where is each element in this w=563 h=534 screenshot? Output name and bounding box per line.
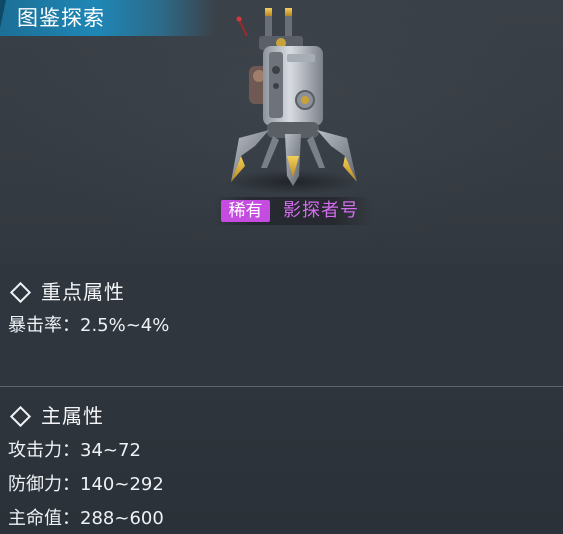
stat-defense: 防御力：140~292 [8,474,164,495]
main-attributes-title: 主属性 [41,404,104,428]
stat-attack: 攻击力：34~72 [8,440,141,461]
key-attributes-header: 重点属性 [9,277,125,307]
unit-showcase-panel: 图鉴探索 稀有 影探者号 [0,0,563,263]
stat-crit-rate: 暴击率：2.5%~4% [8,315,170,336]
diamond-bullet-icon [9,281,32,303]
page-title: 图鉴探索 [17,6,105,30]
rarity-badge: 稀有 [221,200,270,222]
tripod-robot-icon [225,8,361,194]
stat-hp: 主命值：288~600 [8,508,164,529]
title-banner: 图鉴探索 [0,0,215,36]
key-attributes-title: 重点属性 [41,280,125,304]
diamond-bullet-icon [9,405,32,427]
unit-name: 影探者号 [283,200,359,221]
main-attributes-header: 主属性 [9,401,104,431]
